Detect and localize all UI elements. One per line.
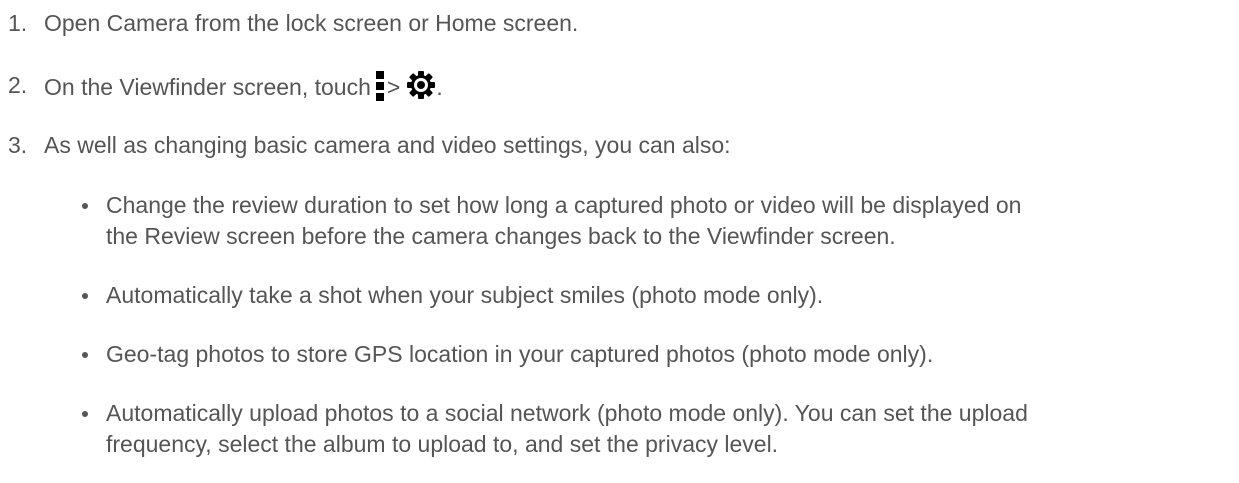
bullet-line: Change the review duration to set how lo…	[106, 192, 1022, 218]
bullet-line: Geo-tag photos to store GPS location in …	[106, 341, 934, 367]
step-number: 3.	[8, 132, 28, 158]
bullet-line: Automatically upload photos to a social …	[106, 400, 1028, 426]
step-text-wrapper: On the Viewfinder screen, touch >.	[44, 70, 443, 103]
bullet-dot-icon	[82, 293, 88, 299]
step-text: Open Camera from the lock screen or Home…	[44, 10, 579, 36]
bullet-text: Automatically take a shot when your subj…	[106, 280, 823, 311]
bullet-dot-icon	[82, 203, 88, 209]
bullet-line: frequency, select the album to upload to…	[106, 431, 779, 457]
bullet-line: the Review screen before the camera chan…	[106, 223, 896, 249]
bullet-dot-icon	[82, 352, 88, 358]
period: .	[436, 74, 443, 100]
bullet-line: Automatically take a shot when your subj…	[106, 282, 824, 308]
bullet-text: Change the review duration to set how lo…	[106, 190, 1021, 252]
menu-icon	[375, 71, 384, 101]
bullet-text: Automatically upload photos to a social …	[106, 398, 1028, 460]
separator: >	[386, 74, 401, 100]
step-number: 1.	[8, 10, 28, 36]
step-text: On the Viewfinder screen, touch	[44, 74, 371, 100]
instruction-steps: 1. Open Camera from the lock screen or H…	[0, 0, 1239, 483]
step-number: 2.	[8, 72, 28, 98]
step-text: As well as changing basic camera and vid…	[44, 132, 731, 158]
bullet-dot-icon	[82, 411, 88, 417]
settings-gear-icon	[407, 71, 436, 99]
bullet-text: Geo-tag photos to store GPS location in …	[106, 339, 933, 370]
